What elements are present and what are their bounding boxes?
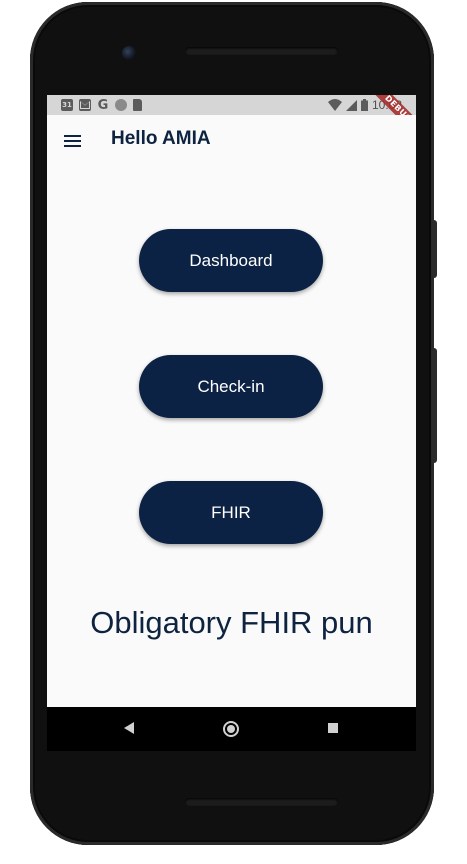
app-title: Hello AMIA <box>111 128 211 149</box>
calendar-icon: 31 <box>61 99 73 111</box>
status-bar: 31 G 10:02 DEBUG <box>47 95 416 142</box>
check-in-button[interactable]: Check-in <box>139 355 323 418</box>
google-icon: G <box>97 97 109 113</box>
earpiece-speaker <box>185 47 338 55</box>
back-icon[interactable] <box>124 722 134 734</box>
cell-signal-icon <box>345 99 357 111</box>
gmail-icon <box>79 99 91 111</box>
system-navigation-bar <box>47 707 416 751</box>
power-button <box>432 220 437 278</box>
circle-notification-icon <box>115 99 127 111</box>
sd-card-icon <box>133 99 142 111</box>
hamburger-menu-icon[interactable] <box>64 135 81 147</box>
volume-button <box>432 348 437 463</box>
home-icon[interactable] <box>223 721 239 737</box>
dashboard-button[interactable]: Dashboard <box>139 229 323 292</box>
front-camera <box>122 46 136 60</box>
battery-icon <box>360 99 368 111</box>
status-notification-icons: 31 G <box>61 97 142 113</box>
bottom-speaker <box>185 798 338 806</box>
wifi-icon <box>327 99 342 111</box>
app-screen: 31 G 10:02 DEBUG Hello AMIA Dashboard Ch… <box>47 95 416 707</box>
fhir-pun-text: Obligatory FHIR pun <box>90 605 373 640</box>
fhir-button[interactable]: FHIR <box>139 481 323 544</box>
app-bar: Hello AMIA <box>47 115 416 167</box>
recents-icon[interactable] <box>328 723 338 733</box>
